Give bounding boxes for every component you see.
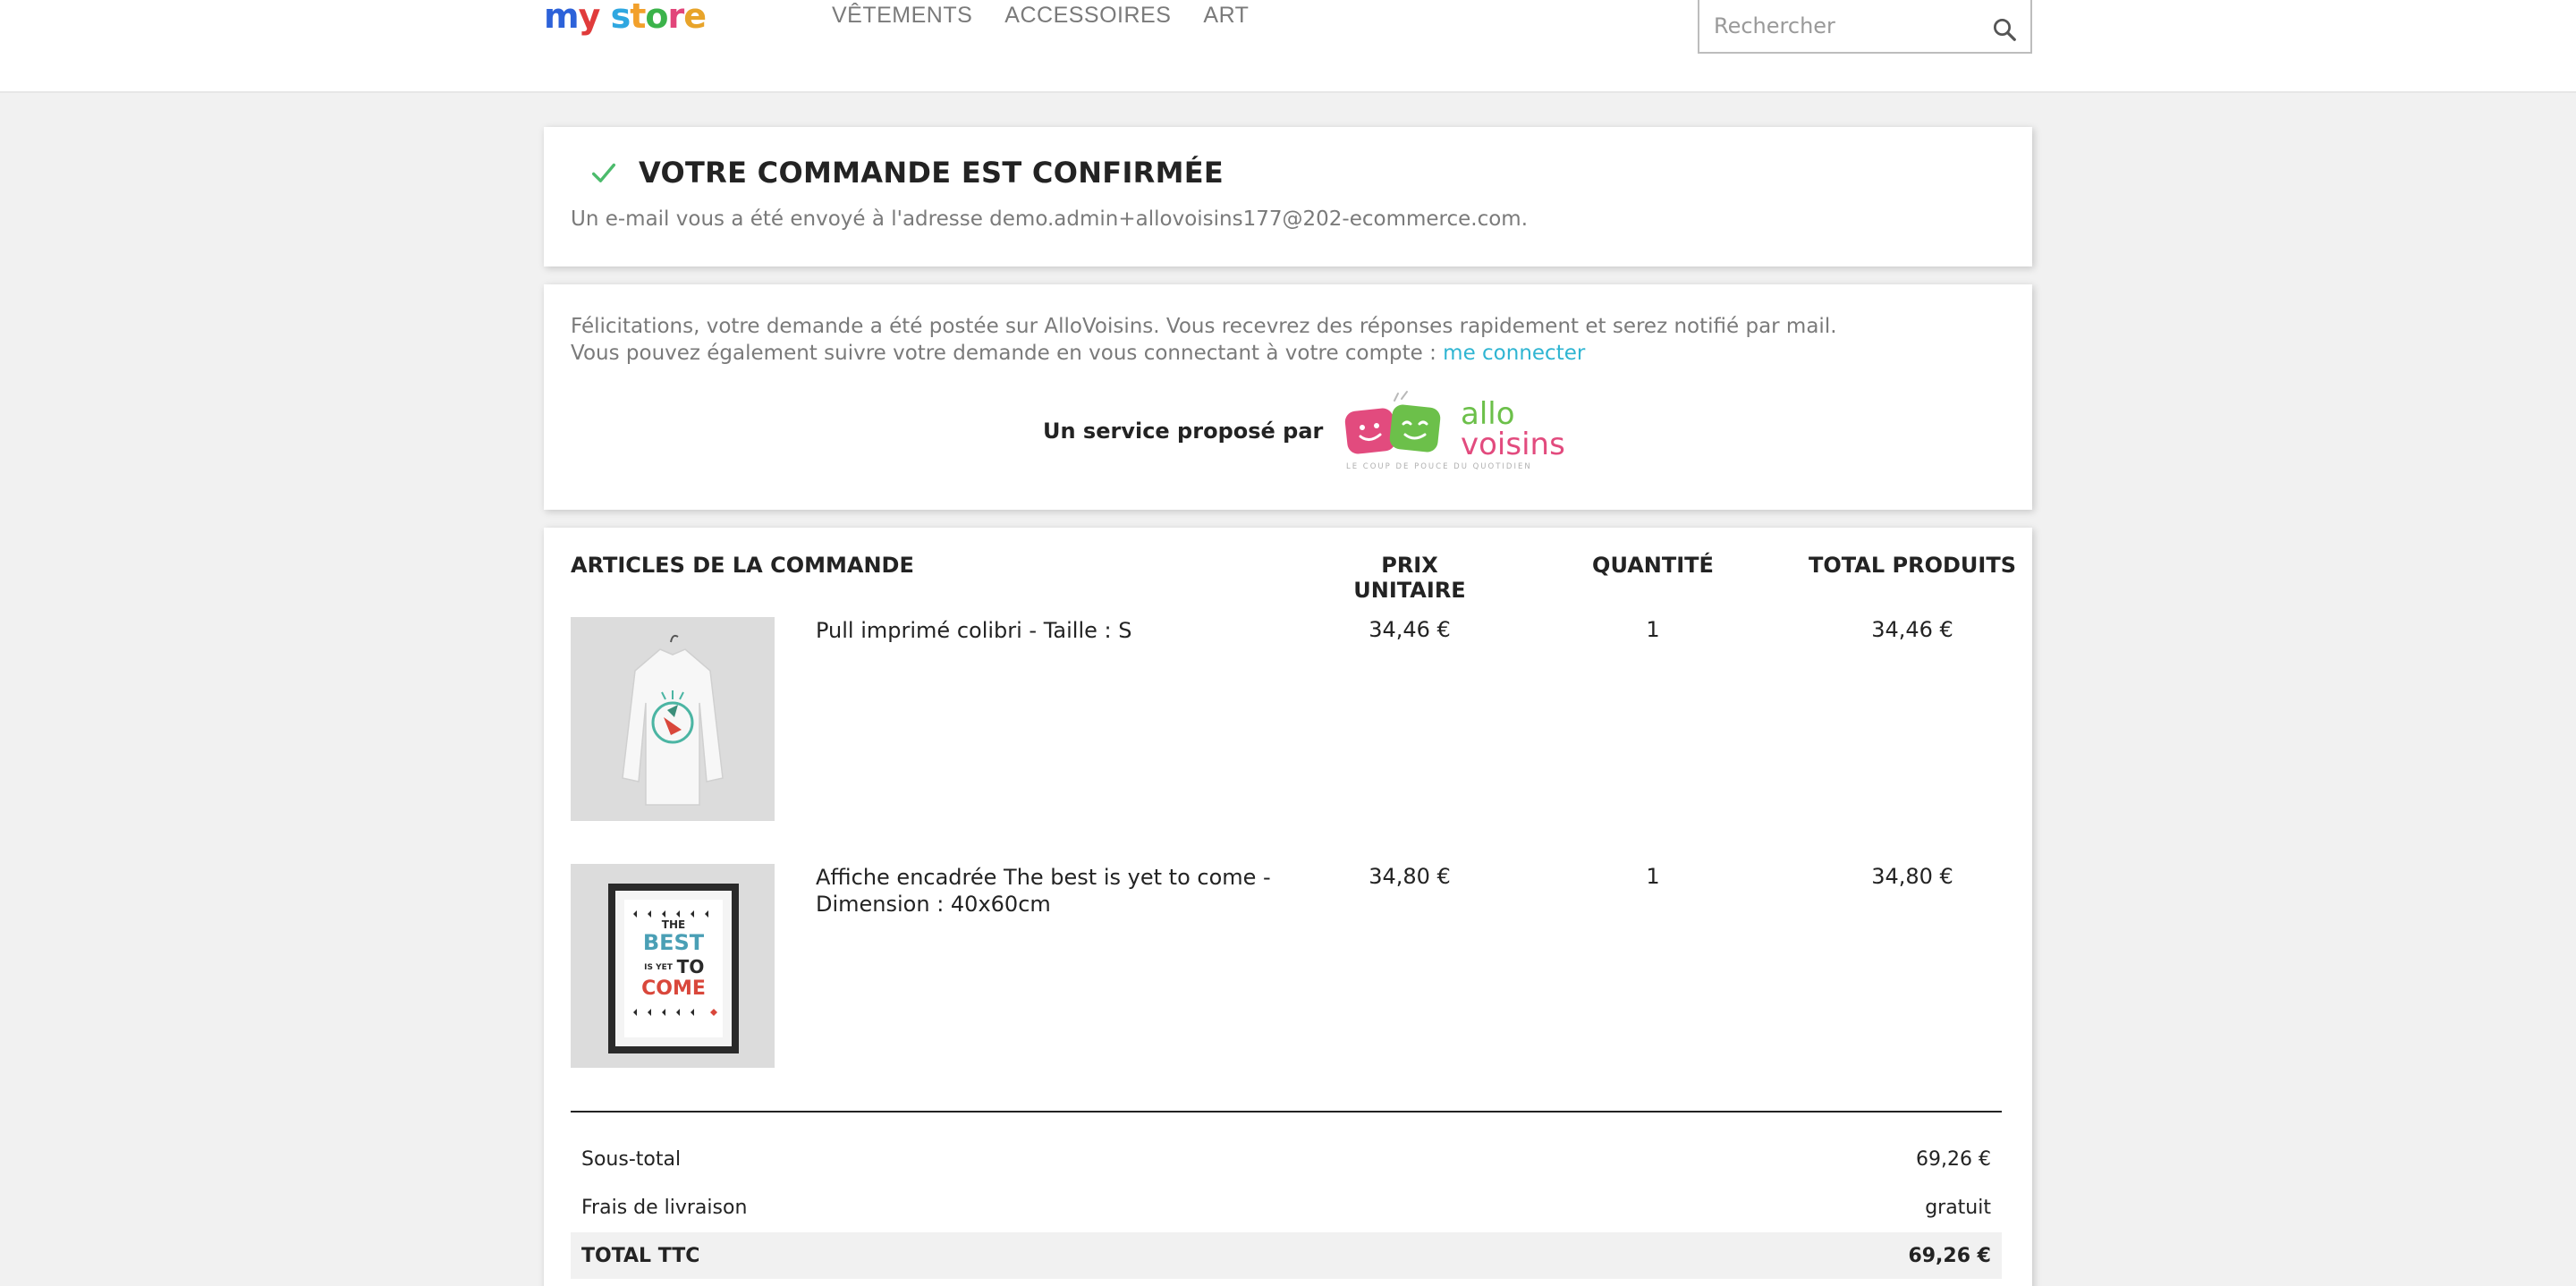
page: my store VÊTEMENTS ACCESSOIRES ART VOTRE… xyxy=(0,0,2576,1286)
subtotal-label: Sous-total xyxy=(581,1147,682,1171)
page-title: VOTRE COMMANDE EST CONFIRMÉE xyxy=(639,156,1224,190)
poster-word-come: COME xyxy=(641,977,706,1000)
totals-divider xyxy=(571,1111,2002,1113)
allovoisins-tagline: LE COUP DE POUCE DU QUOTIDIEN xyxy=(1346,462,1532,471)
search-box xyxy=(1698,0,2032,54)
confirmation-title-row: VOTRE COMMANDE EST CONFIRMÉE xyxy=(589,156,1224,190)
allovoisins-line-2: Vous pouvez également suivre votre deman… xyxy=(571,340,1837,367)
service-label: Un service proposé par xyxy=(1043,419,1324,444)
subtotal-row: Sous-total 69,26 € xyxy=(571,1136,2002,1182)
logo-letter: r xyxy=(667,0,685,36)
search-icon[interactable] xyxy=(1991,16,2018,43)
shipping-value: gratuit xyxy=(1925,1196,1991,1219)
header-total-products: TOTAL PRODUITS xyxy=(1809,553,2016,578)
allovoisins-line-2-text: Vous pouvez également suivre votre deman… xyxy=(571,342,1436,365)
logo-letter: o xyxy=(645,0,668,36)
poster-word-the: THE xyxy=(662,918,685,931)
product-total: 34,80 € xyxy=(1871,864,1953,889)
product-image-poster[interactable]: THE BEST IS YET TO COME xyxy=(571,864,775,1068)
product-name[interactable]: Affiche encadrée The best is yet to come… xyxy=(816,864,1281,918)
main-nav: VÊTEMENTS ACCESSOIRES ART xyxy=(832,0,1249,36)
product-unit-price: 34,80 € xyxy=(1368,864,1451,889)
total-row: TOTAL TTC 69,26 € xyxy=(571,1232,2002,1279)
poster-word-is-yet: IS YET xyxy=(644,963,674,972)
logo-letter xyxy=(599,0,610,32)
allovoisins-line-1: Félicitations, votre demande a été posté… xyxy=(571,315,1837,338)
logo-letter: y xyxy=(578,0,601,36)
logo-letter: s xyxy=(610,0,631,36)
table-row: Pull imprimé colibri - Taille : S 34,46 … xyxy=(571,617,2005,823)
product-image-pull[interactable] xyxy=(571,617,775,821)
product-total: 34,46 € xyxy=(1871,617,1953,642)
nav-item-art[interactable]: ART xyxy=(1203,0,1249,36)
logo-letter: e xyxy=(683,0,707,36)
me-connecter-link[interactable]: me connecter xyxy=(1443,342,1585,365)
nav-item-accessoires[interactable]: ACCESSOIRES xyxy=(1004,0,1171,36)
total-label: TOTAL TTC xyxy=(581,1244,700,1267)
confirmation-mail-text: Un e-mail vous a été envoyé à l'adresse … xyxy=(571,207,1529,231)
order-items-card: ARTICLES DE LA COMMANDE PRIX UNITAIRE QU… xyxy=(544,528,2032,1286)
allovoisins-card: Félicitations, votre demande a été posté… xyxy=(544,284,2032,510)
site-header: my store VÊTEMENTS ACCESSOIRES ART xyxy=(0,0,2576,93)
store-logo[interactable]: my store xyxy=(544,0,707,36)
product-quantity: 1 xyxy=(1646,617,1660,642)
product-name[interactable]: Pull imprimé colibri - Taille : S xyxy=(816,617,1281,644)
subtotal-value: 69,26 € xyxy=(1916,1147,1991,1171)
search-input[interactable] xyxy=(1699,0,1977,52)
header-quantity: QUANTITÉ xyxy=(1592,553,1714,578)
logo-letter: m xyxy=(544,0,580,36)
product-unit-price: 34,46 € xyxy=(1368,617,1451,642)
table-row: THE BEST IS YET TO COME Affiche encadrée… xyxy=(571,864,2005,1070)
nav-item-vetements[interactable]: VÊTEMENTS xyxy=(832,0,972,36)
header-unit-price: PRIX UNITAIRE xyxy=(1353,553,1466,603)
allovoisins-service: Un service proposé par allo voisins LE C… xyxy=(1043,390,1575,472)
logo-letter: t xyxy=(630,0,646,36)
product-quantity: 1 xyxy=(1646,864,1660,889)
total-value: 69,26 € xyxy=(1908,1244,1991,1267)
check-icon xyxy=(591,163,616,182)
shipping-row: Frais de livraison gratuit xyxy=(571,1184,2002,1231)
poster-word-best: BEST xyxy=(643,930,705,955)
allovoisins-message: Félicitations, votre demande a été posté… xyxy=(571,313,1837,367)
confirmation-card: VOTRE COMMANDE EST CONFIRMÉE Un e-mail v… xyxy=(544,127,2032,267)
poster-word-to: TO xyxy=(677,956,705,977)
allovoisins-logo[interactable]: allo voisins LE COUP DE POUCE DU QUOTIDI… xyxy=(1343,390,1575,472)
shipping-label: Frais de livraison xyxy=(581,1196,748,1219)
header-articles: ARTICLES DE LA COMMANDE xyxy=(571,553,914,578)
allovoisins-logo-word-2: voisins xyxy=(1461,427,1565,462)
